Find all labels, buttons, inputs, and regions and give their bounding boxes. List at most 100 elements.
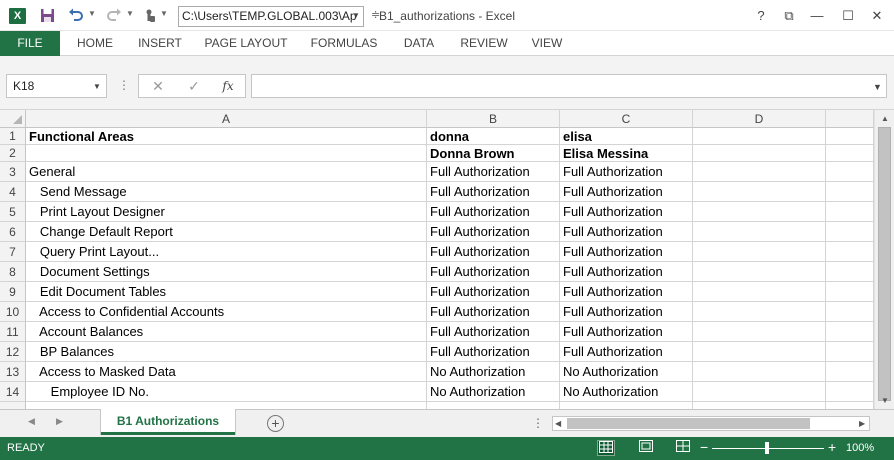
cell-e14[interactable] (826, 382, 874, 402)
cell-c8[interactable]: Full Authorization (560, 262, 693, 282)
cell-a15[interactable] (26, 402, 427, 409)
tab-page-layout[interactable]: PAGE LAYOUT (198, 31, 294, 56)
cell-a3[interactable]: General (26, 162, 427, 182)
cell-b4[interactable]: Full Authorization (427, 182, 560, 202)
cell-c14[interactable]: No Authorization (560, 382, 693, 402)
cell-a11[interactable]: Account Balances (26, 322, 427, 342)
cell-e6[interactable] (826, 222, 874, 242)
cell-c12[interactable]: Full Authorization (560, 342, 693, 362)
enter-entry-button[interactable]: ✓ (179, 75, 209, 97)
cell-b1[interactable]: donna (427, 128, 560, 145)
cell-c10[interactable]: Full Authorization (560, 302, 693, 322)
cancel-entry-button[interactable]: ✕ (143, 75, 173, 97)
cell-e10[interactable] (826, 302, 874, 322)
cell-b15[interactable] (427, 402, 560, 409)
cell-e7[interactable] (826, 242, 874, 262)
cell-e8[interactable] (826, 262, 874, 282)
cell-a4[interactable]: Send Message (26, 182, 427, 202)
cell-a2[interactable] (26, 145, 427, 162)
row-header[interactable]: 2 (0, 145, 26, 162)
cell-b11[interactable]: Full Authorization (427, 322, 560, 342)
vertical-scrollbar[interactable]: ▲ ▼ (874, 110, 894, 409)
row-header[interactable]: 10 (0, 302, 26, 322)
row-header[interactable]: 14 (0, 382, 26, 402)
cell-a10[interactable]: Access to Confidential Accounts (26, 302, 427, 322)
path-dropdown-icon[interactable]: ▼ (352, 11, 360, 20)
cell-b5[interactable]: Full Authorization (427, 202, 560, 222)
cell-c4[interactable]: Full Authorization (560, 182, 693, 202)
scroll-up-icon[interactable]: ▲ (878, 112, 892, 126)
cell-d12[interactable] (693, 342, 826, 362)
row-header[interactable]: 3 (0, 162, 26, 182)
scroll-down-icon[interactable]: ▼ (878, 394, 892, 408)
tab-file[interactable]: FILE (0, 31, 60, 56)
cell-d4[interactable] (693, 182, 826, 202)
cell-e2[interactable] (826, 145, 874, 162)
row-header[interactable]: 13 (0, 362, 26, 382)
cell-d14[interactable] (693, 382, 826, 402)
cell-e5[interactable] (826, 202, 874, 222)
tab-data[interactable]: DATA (394, 31, 444, 56)
insert-function-button[interactable]: fx (213, 75, 243, 97)
cell-d10[interactable] (693, 302, 826, 322)
column-header-b[interactable]: B (427, 110, 560, 128)
touch-mode-icon[interactable] (142, 8, 158, 24)
row-header[interactable]: 9 (0, 282, 26, 302)
cell-a7[interactable]: Query Print Layout... (26, 242, 427, 262)
cell-c13[interactable]: No Authorization (560, 362, 693, 382)
cell-a5[interactable]: Print Layout Designer (26, 202, 427, 222)
normal-view-icon[interactable] (597, 440, 615, 456)
cell-d5[interactable] (693, 202, 826, 222)
undo-dropdown-icon[interactable]: ▼ (88, 9, 96, 18)
cell-c15[interactable] (560, 402, 693, 409)
name-box[interactable]: K18 (6, 74, 107, 98)
cell-b8[interactable]: Full Authorization (427, 262, 560, 282)
expand-formula-bar-icon[interactable]: ▼ (873, 82, 882, 92)
cell-e9[interactable] (826, 282, 874, 302)
column-header-e[interactable] (826, 110, 874, 128)
cell-b2[interactable]: Donna Brown (427, 145, 560, 162)
redo-icon[interactable] (106, 8, 122, 24)
horizontal-scroll-thumb[interactable] (567, 418, 810, 429)
cell-b12[interactable]: Full Authorization (427, 342, 560, 362)
help-button[interactable]: ? (752, 7, 770, 25)
column-header-d[interactable]: D (693, 110, 826, 128)
close-button[interactable]: ✕ (868, 7, 886, 25)
zoom-level[interactable]: 100% (846, 442, 874, 454)
cell-d2[interactable] (693, 145, 826, 162)
select-all-button[interactable] (0, 110, 26, 128)
worksheet-grid[interactable]: A B C D 1 Functional Areas donna elisa 2 Donn… (0, 110, 874, 409)
cell-b9[interactable]: Full Authorization (427, 282, 560, 302)
file-path-field[interactable]: C:\Users\TEMP.GLOBAL.003\Ap (178, 6, 364, 27)
zoom-out-button[interactable]: − (700, 439, 708, 455)
cell-d8[interactable] (693, 262, 826, 282)
page-break-view-icon[interactable] (674, 440, 692, 456)
zoom-in-button[interactable]: + (828, 439, 836, 455)
cell-e11[interactable] (826, 322, 874, 342)
cell-e1[interactable] (826, 128, 874, 145)
page-layout-view-icon[interactable] (637, 440, 655, 456)
cell-b13[interactable]: No Authorization (427, 362, 560, 382)
cell-d11[interactable] (693, 322, 826, 342)
redo-dropdown-icon[interactable]: ▼ (126, 9, 134, 18)
cell-b6[interactable]: Full Authorization (427, 222, 560, 242)
cell-d3[interactable] (693, 162, 826, 182)
row-header[interactable]: 1 (0, 128, 26, 145)
row-header[interactable]: 8 (0, 262, 26, 282)
cell-b3[interactable]: Full Authorization (427, 162, 560, 182)
cell-e13[interactable] (826, 362, 874, 382)
customize-qat-icon[interactable]: ≑ (371, 8, 380, 21)
minimize-button[interactable]: — (808, 7, 826, 25)
cell-a6[interactable]: Change Default Report (26, 222, 427, 242)
cell-d7[interactable] (693, 242, 826, 262)
cell-e3[interactable] (826, 162, 874, 182)
save-icon[interactable] (39, 8, 55, 24)
name-box-dropdown-icon[interactable]: ▼ (93, 82, 101, 91)
cell-c2[interactable]: Elisa Messina (560, 145, 693, 162)
row-header[interactable]: 6 (0, 222, 26, 242)
touch-dropdown-icon[interactable]: ▼ (160, 9, 168, 18)
row-header[interactable]: 11 (0, 322, 26, 342)
undo-icon[interactable] (68, 8, 84, 24)
tab-split-handle-icon[interactable]: ⋮ (532, 416, 544, 430)
next-sheet-icon[interactable]: ▶ (56, 416, 63, 427)
